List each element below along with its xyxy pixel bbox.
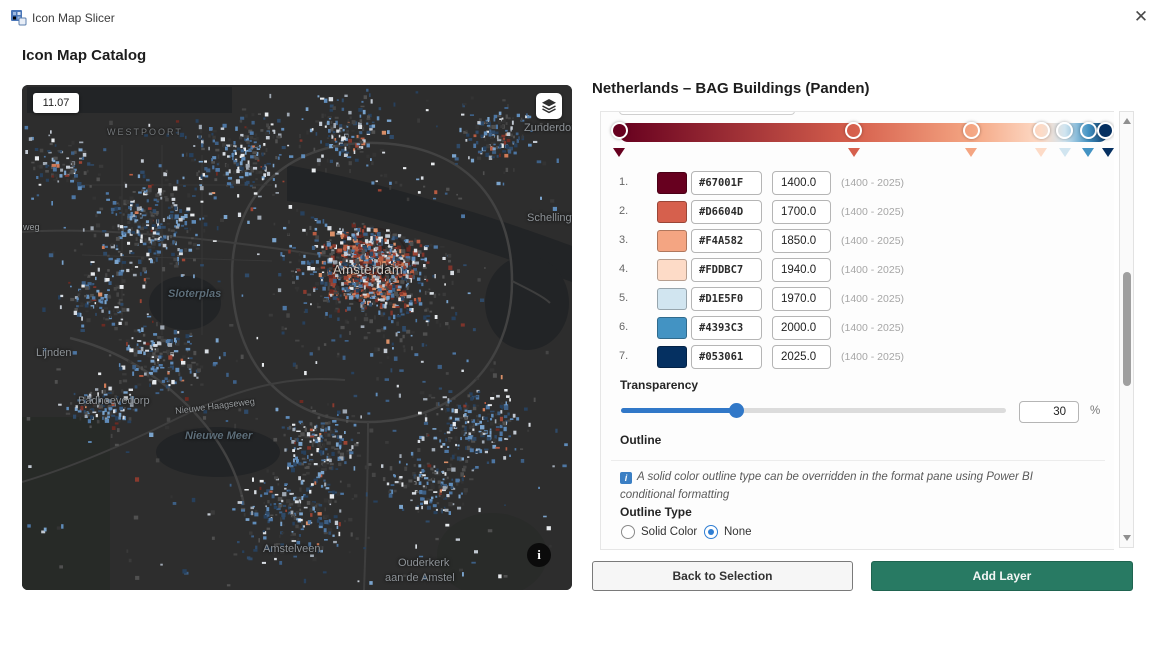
gradient-stop-marker[interactable] <box>1102 148 1114 157</box>
outline-type-label: Outline Type <box>620 505 692 519</box>
value-range-hint: (1400 - 2025) <box>841 322 904 334</box>
stop-index: 5. <box>619 292 628 304</box>
layer-title: Netherlands – BAG Buildings (Panden) <box>592 80 870 97</box>
transparency-slider-fill <box>621 408 737 413</box>
stop-index: 4. <box>619 263 628 275</box>
hex-input[interactable] <box>691 345 762 369</box>
radio-solid-color[interactable]: Solid Color <box>621 524 697 540</box>
gradient-handle[interactable] <box>1033 122 1050 139</box>
stop-index: 6. <box>619 321 628 333</box>
radio-button[interactable] <box>704 525 718 539</box>
color-stop-row: 3. (1400 - 2025) <box>619 229 1099 253</box>
gradient-stop-marker[interactable] <box>1059 148 1071 157</box>
value-range-hint: (1400 - 2025) <box>841 293 904 305</box>
zoom-level-badge: 11.07 <box>33 93 79 113</box>
transparency-label: Transparency <box>620 378 698 392</box>
radio-button[interactable] <box>621 525 635 539</box>
map-info-button[interactable]: i <box>527 543 551 567</box>
scroll-up-icon[interactable] <box>1123 118 1131 124</box>
value-input[interactable] <box>772 345 831 369</box>
scrollbar-thumb[interactable] <box>1123 272 1131 386</box>
stop-index: 7. <box>619 350 628 362</box>
outline-heading: Outline <box>620 433 661 447</box>
color-stop-row: 6. (1400 - 2025) <box>619 316 1099 340</box>
color-swatch[interactable] <box>657 346 687 368</box>
color-swatch[interactable] <box>657 172 687 194</box>
back-to-selection-button[interactable]: Back to Selection <box>592 561 853 591</box>
color-stop-row: 1. (1400 - 2025) <box>619 171 1099 195</box>
info-icon: i <box>620 472 632 484</box>
color-swatch[interactable] <box>657 230 687 252</box>
color-swatch[interactable] <box>657 317 687 339</box>
value-input[interactable] <box>772 316 831 340</box>
map-panel[interactable]: WESTPOORTZunderdorSchellingwouwegLijnden… <box>22 85 572 590</box>
value-input[interactable] <box>772 171 831 195</box>
value-range-hint: (1400 - 2025) <box>841 264 904 276</box>
hex-input[interactable] <box>691 171 762 195</box>
gradient-handle[interactable] <box>611 122 628 139</box>
transparency-slider-thumb[interactable] <box>729 403 744 418</box>
add-layer-button[interactable]: Add Layer <box>871 561 1133 591</box>
hex-input[interactable] <box>691 316 762 340</box>
gradient-handle[interactable] <box>963 122 980 139</box>
gradient-stop-marker[interactable] <box>613 148 625 157</box>
vertical-scrollbar[interactable] <box>1119 111 1134 548</box>
gradient-handle[interactable] <box>1080 122 1097 139</box>
divider <box>611 460 1105 461</box>
transparency-value-input[interactable] <box>1019 401 1079 423</box>
scroll-down-icon[interactable] <box>1123 535 1131 541</box>
value-input[interactable] <box>772 287 831 311</box>
value-input[interactable] <box>772 200 831 224</box>
layers-icon <box>541 98 557 114</box>
color-swatch[interactable] <box>657 201 687 223</box>
gradient-stop-marker[interactable] <box>848 148 860 157</box>
stop-index: 3. <box>619 234 628 246</box>
gradient-stop-marker[interactable] <box>1082 148 1094 157</box>
gradient-stop-marker[interactable] <box>1035 148 1047 157</box>
page-title: Icon Map Catalog <box>22 47 146 64</box>
stop-index: 1. <box>619 176 628 188</box>
hex-input[interactable] <box>691 200 762 224</box>
color-stop-row: 4. (1400 - 2025) <box>619 258 1099 282</box>
window-title: Icon Map Slicer <box>32 11 115 25</box>
layer-settings-scroll-area: 1. (1400 - 2025) 2. (1400 - 2025) 3. (1400 - … <box>600 111 1114 550</box>
radio-none[interactable]: None <box>704 524 752 540</box>
value-range-hint: (1400 - 2025) <box>841 206 904 218</box>
value-range-hint: (1400 - 2025) <box>841 351 904 363</box>
gradient-handle[interactable] <box>1097 122 1114 139</box>
color-swatch[interactable] <box>657 259 687 281</box>
gradient-stop-marker[interactable] <box>965 148 977 157</box>
percent-label: % <box>1090 405 1100 417</box>
value-range-hint: (1400 - 2025) <box>841 235 904 247</box>
value-input[interactable] <box>772 229 831 253</box>
color-stop-row: 2. (1400 - 2025) <box>619 200 1099 224</box>
layers-button[interactable] <box>536 93 562 119</box>
dialog-window: Icon Map Slicer ✕ Icon Map Catalog WESTP… <box>0 0 1162 650</box>
map-canvas[interactable] <box>22 85 572 590</box>
outline-info-text: iA solid color outline type can be overr… <box>620 468 1090 505</box>
value-range-hint: (1400 - 2025) <box>841 177 904 189</box>
color-swatch[interactable] <box>657 288 687 310</box>
hex-input[interactable] <box>691 229 762 253</box>
close-icon[interactable]: ✕ <box>1129 5 1153 29</box>
stop-index: 2. <box>619 205 628 217</box>
app-icon <box>10 9 27 26</box>
partially-scrolled-field <box>619 111 795 115</box>
radio-label: None <box>724 526 752 538</box>
color-stop-row: 5. (1400 - 2025) <box>619 287 1099 311</box>
value-input[interactable] <box>772 258 831 282</box>
color-stop-row: 7. (1400 - 2025) <box>619 345 1099 369</box>
radio-label: Solid Color <box>641 526 697 538</box>
hex-input[interactable] <box>691 287 762 311</box>
hex-input[interactable] <box>691 258 762 282</box>
